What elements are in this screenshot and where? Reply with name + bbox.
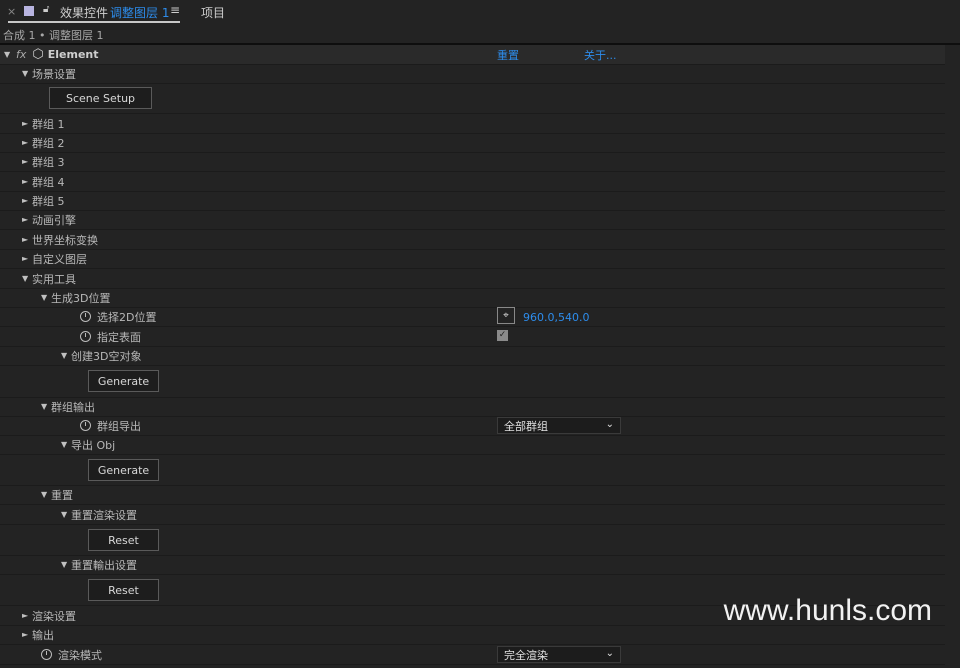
- label: 渲染模式: [58, 648, 102, 662]
- group-reset-render[interactable]: ▼ 重置渲染设置: [0, 505, 945, 525]
- label: 自定义图层: [32, 252, 87, 266]
- group-5[interactable]: ► 群组 5: [0, 191, 945, 211]
- watermark: www.hunls.com: [723, 594, 932, 627]
- collapsed-triangle-icon[interactable]: ►: [22, 254, 32, 263]
- label: 群组 4: [32, 175, 65, 189]
- expanded-triangle-icon[interactable]: ▼: [61, 351, 71, 360]
- position-value[interactable]: 960.0,540.0: [523, 311, 589, 324]
- collapsed-triangle-icon[interactable]: ►: [22, 177, 32, 186]
- active-tab-indicator: [8, 21, 180, 23]
- group-output[interactable]: ► 输出: [0, 625, 945, 645]
- label: 群组 2: [32, 136, 65, 150]
- collapsed-triangle-icon[interactable]: ►: [22, 196, 32, 205]
- collapsed-triangle-icon[interactable]: ►: [22, 611, 32, 620]
- chevron-down-icon: ⌄: [605, 419, 614, 430]
- close-icon[interactable]: ×: [7, 5, 16, 18]
- stopwatch-icon[interactable]: [80, 331, 91, 342]
- expanded-triangle-icon[interactable]: ▼: [61, 560, 71, 569]
- label: 重置渲染设置: [71, 508, 137, 522]
- selected-value: 完全渲染: [504, 648, 548, 662]
- expanded-triangle-icon[interactable]: ▼: [41, 490, 51, 499]
- pick-2d-position-row: 选择2D位置 ⌖ 960.0,540.0: [0, 307, 945, 327]
- expanded-triangle-icon[interactable]: ▼: [41, 293, 51, 302]
- label: 群组 1: [32, 117, 65, 131]
- label: 创建3D空对象: [71, 349, 142, 363]
- about-link[interactable]: 关于...: [584, 47, 617, 63]
- surface-checkbox[interactable]: ✓: [497, 330, 508, 341]
- group-export-dropdown[interactable]: 全部群组 ⌄: [497, 417, 621, 434]
- collapsed-triangle-icon[interactable]: ►: [22, 138, 32, 147]
- label: 群组 5: [32, 194, 65, 208]
- group-3[interactable]: ► 群组 3: [0, 152, 945, 172]
- effect-name: Element: [47, 48, 99, 61]
- group-reset-output[interactable]: ▼ 重置輸出设置: [0, 555, 945, 575]
- group-world-transform[interactable]: ► 世界坐标变换: [0, 230, 945, 250]
- group-export-row: 群组导出: [0, 416, 945, 436]
- label: 实用工具: [32, 272, 76, 286]
- specify-surface-row: 指定表面 ✓: [0, 327, 945, 347]
- expanded-triangle-icon[interactable]: ▼: [41, 402, 51, 411]
- panel-title[interactable]: 效果控件: [60, 4, 108, 21]
- collapsed-triangle-icon[interactable]: ►: [22, 235, 32, 244]
- group-animation-engine[interactable]: ► 动画引擎: [0, 210, 945, 230]
- label: 重置輸出设置: [71, 558, 137, 572]
- label: 世界坐标变换: [32, 233, 98, 247]
- breadcrumb: 合成 1 • 调整图层 1: [3, 29, 104, 42]
- tab-project[interactable]: 项目: [201, 4, 225, 21]
- stopwatch-icon[interactable]: [80, 420, 91, 431]
- crosshair-icon[interactable]: ⌖: [497, 307, 515, 324]
- label: 生成3D位置: [51, 291, 111, 305]
- group-create-3d-null[interactable]: ▼ 创建3D空对象: [0, 346, 945, 366]
- label: 指定表面: [97, 330, 141, 344]
- collapsed-triangle-icon[interactable]: ►: [22, 630, 32, 639]
- expanded-triangle-icon[interactable]: ▼: [61, 440, 71, 449]
- group-4[interactable]: ► 群组 4: [0, 172, 945, 192]
- collapsed-triangle-icon[interactable]: ►: [22, 215, 32, 224]
- group-utilities[interactable]: ▼ 实用工具: [0, 269, 945, 289]
- label: 输出: [32, 628, 54, 642]
- group-export-obj[interactable]: ▼ 导出 Obj: [0, 435, 945, 455]
- render-mode-dropdown[interactable]: 完全渲染 ⌄: [497, 646, 621, 663]
- label: 群组输出: [51, 400, 95, 414]
- group-generate-3d-position[interactable]: ▼ 生成3D位置: [0, 288, 945, 308]
- stopwatch-icon[interactable]: [41, 649, 52, 660]
- expanded-triangle-icon[interactable]: ▼: [22, 69, 32, 78]
- group-scene-settings[interactable]: ▼ 场景设置: [0, 64, 945, 84]
- group-2[interactable]: ► 群组 2: [0, 133, 945, 153]
- scene-setup-button[interactable]: Scene Setup: [49, 87, 152, 109]
- layer-name: 调整图层 1: [110, 6, 170, 20]
- layer-color-icon: [24, 6, 34, 16]
- expanded-triangle-icon[interactable]: ▼: [22, 274, 32, 283]
- label: 动画引擎: [32, 213, 76, 227]
- lock-icon[interactable]: 🔓︎: [43, 4, 49, 15]
- render-mode-row: 渲染模式: [0, 645, 945, 665]
- label: 重置: [51, 488, 73, 502]
- label: 导出 Obj: [71, 438, 116, 452]
- collapsed-triangle-icon[interactable]: ►: [22, 119, 32, 128]
- panel-menu-icon[interactable]: ≡: [170, 3, 180, 17]
- generate-obj-button[interactable]: Generate: [88, 459, 159, 481]
- fx-icon[interactable]: fx: [16, 48, 26, 61]
- expanded-triangle-icon[interactable]: ▼: [4, 50, 14, 59]
- selected-value: 全部群组: [504, 419, 548, 433]
- collapsed-triangle-icon[interactable]: ►: [22, 157, 32, 166]
- stopwatch-icon[interactable]: [80, 311, 91, 322]
- generate-null-button[interactable]: Generate: [88, 370, 159, 392]
- reset-output-button[interactable]: Reset: [88, 579, 159, 601]
- chevron-down-icon: ⌄: [605, 648, 614, 659]
- group-custom-layers[interactable]: ► 自定义图层: [0, 249, 945, 269]
- effect-row-element[interactable]: ▼ fx ⬡ Element 重置 关于...: [0, 45, 945, 65]
- cube-icon: ⬡: [32, 47, 44, 62]
- label: 群组 3: [32, 155, 65, 169]
- expanded-triangle-icon[interactable]: ▼: [61, 510, 71, 519]
- label: 场景设置: [32, 67, 76, 81]
- label: 群组导出: [97, 419, 141, 433]
- reset-render-button[interactable]: Reset: [88, 529, 159, 551]
- label: 选择2D位置: [97, 310, 157, 324]
- label: 渲染设置: [32, 609, 76, 623]
- group-reset[interactable]: ▼ 重置: [0, 485, 945, 505]
- group-1[interactable]: ► 群组 1: [0, 114, 945, 134]
- group-group-output[interactable]: ▼ 群组输出: [0, 397, 945, 417]
- reset-link[interactable]: 重置: [497, 47, 519, 63]
